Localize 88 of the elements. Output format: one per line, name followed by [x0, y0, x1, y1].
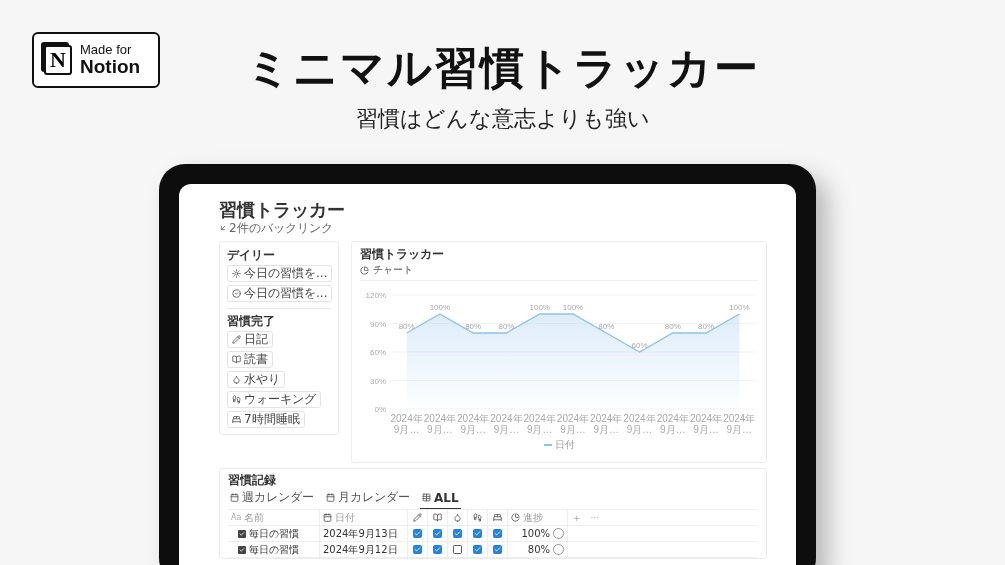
- section-heading: 習慣記録: [228, 473, 277, 487]
- checkbox[interactable]: [453, 545, 462, 554]
- axis-tick-label: 2024年9月…: [523, 413, 557, 435]
- headline: ミニマル習慣トラッカー: [245, 41, 760, 95]
- table-cell: 80%: [508, 542, 568, 557]
- droplet-icon: [232, 375, 241, 384]
- axis-tick-label: 2024年9月…: [556, 413, 590, 435]
- pencil-icon: [413, 513, 422, 522]
- section-heading: デイリー: [227, 248, 276, 262]
- calendar-icon: [326, 493, 335, 502]
- view-tab[interactable]: 月カレンダー: [324, 488, 412, 509]
- checkbox[interactable]: [433, 529, 442, 538]
- bed-icon: [493, 513, 502, 522]
- table-cell: 毎日の習慣: [228, 542, 320, 557]
- action-button[interactable]: 今日の習慣を...: [227, 265, 333, 282]
- axis-tick-label: 2024年9月…: [390, 413, 424, 435]
- footprints-icon: [473, 513, 482, 522]
- view-tab[interactable]: ALL: [420, 488, 461, 509]
- habit-button[interactable]: 日記: [227, 331, 273, 348]
- checkbox[interactable]: [493, 529, 502, 538]
- data-label: 100%: [529, 303, 550, 312]
- axis-tick-label: 30%: [370, 376, 386, 386]
- data-label: 60%: [631, 341, 648, 350]
- axis-tick-label: 2024年9月…: [423, 413, 457, 435]
- calendar-icon: [230, 493, 239, 502]
- checkbox[interactable]: [493, 545, 502, 554]
- section-heading: 習慣完了: [227, 314, 276, 328]
- habit-button[interactable]: 読書: [227, 351, 273, 368]
- axis-tick-label: 60%: [370, 348, 386, 357]
- checkbox[interactable]: [473, 529, 482, 538]
- checkbox[interactable]: [453, 529, 462, 538]
- bed-icon: [232, 415, 241, 424]
- data-label: 80%: [398, 322, 415, 331]
- table-cell: 2024年9月13日: [320, 526, 408, 541]
- table-cell: 100%: [508, 526, 568, 541]
- view-tab[interactable]: 週カレンダー: [228, 488, 316, 509]
- data-label: 100%: [562, 303, 584, 312]
- axis-tick-label: 2024年9月…: [456, 413, 490, 435]
- page-icon: [238, 545, 246, 554]
- axis-tick-label: 2024年9月…: [622, 413, 657, 435]
- data-label: 80%: [465, 322, 482, 331]
- axis-tick-label: 2024年9月…: [689, 413, 723, 435]
- checkbox[interactable]: [473, 545, 482, 554]
- badge-text: Made for: [80, 43, 133, 57]
- axis-tick-label: 2024年9月…: [722, 413, 756, 435]
- pie-chart-icon: [511, 513, 520, 522]
- droplet-icon: [453, 513, 462, 522]
- data-label: 80%: [698, 322, 715, 331]
- data-label: 80%: [598, 322, 615, 331]
- arrow-icon: [219, 224, 227, 232]
- notion-logo: N: [44, 45, 72, 75]
- habit-button[interactable]: 7時間睡眠: [227, 411, 305, 428]
- page-title: 習慣トラッカー: [219, 198, 346, 222]
- legend-label: 日付: [554, 438, 575, 452]
- badge-text: Notion: [80, 56, 141, 77]
- subtitle: 習慣はどんな意志よりも強い: [355, 105, 650, 133]
- book-icon: [433, 513, 442, 522]
- axis-tick-label: 90%: [370, 319, 386, 329]
- data-label: 100%: [429, 303, 451, 312]
- calendar-icon: [323, 513, 332, 522]
- data-label: 100%: [729, 303, 750, 312]
- chart-title: 習慣トラッカー: [360, 247, 445, 261]
- data-label: 80%: [664, 322, 681, 331]
- table-cell: 2024年9月12日: [320, 542, 408, 557]
- footprints-icon: [232, 395, 241, 404]
- checkbox[interactable]: [413, 545, 422, 554]
- axis-tick-label: 2024年9月…: [589, 413, 623, 435]
- backlink-link[interactable]: 2件のバックリンク: [229, 222, 333, 234]
- page-icon: [238, 529, 246, 538]
- action-button[interactable]: 今日の習慣を...: [227, 285, 333, 302]
- checkbox[interactable]: [433, 545, 442, 554]
- axis-tick-label: 120%: [365, 291, 386, 300]
- check-circle-icon: [232, 289, 241, 298]
- checkbox[interactable]: [413, 529, 422, 538]
- book-icon: [232, 355, 241, 364]
- habit-button[interactable]: 水やり: [227, 371, 285, 388]
- table-icon: [422, 493, 431, 502]
- habit-button[interactable]: ウォーキング: [227, 391, 321, 408]
- axis-tick-label: 0%: [374, 405, 386, 413]
- pencil-icon: [232, 335, 241, 344]
- view-tab[interactable]: チャート: [373, 263, 413, 277]
- axis-tick-label: 2024年9月…: [656, 413, 690, 435]
- axis-tick-label: 2024年9月…: [489, 413, 524, 435]
- data-label: 80%: [498, 322, 515, 331]
- sun-icon: [232, 269, 241, 278]
- table-cell: 毎日の習慣: [228, 526, 320, 541]
- pie-chart-icon: [360, 265, 369, 275]
- text-type-icon: Aa: [231, 513, 242, 522]
